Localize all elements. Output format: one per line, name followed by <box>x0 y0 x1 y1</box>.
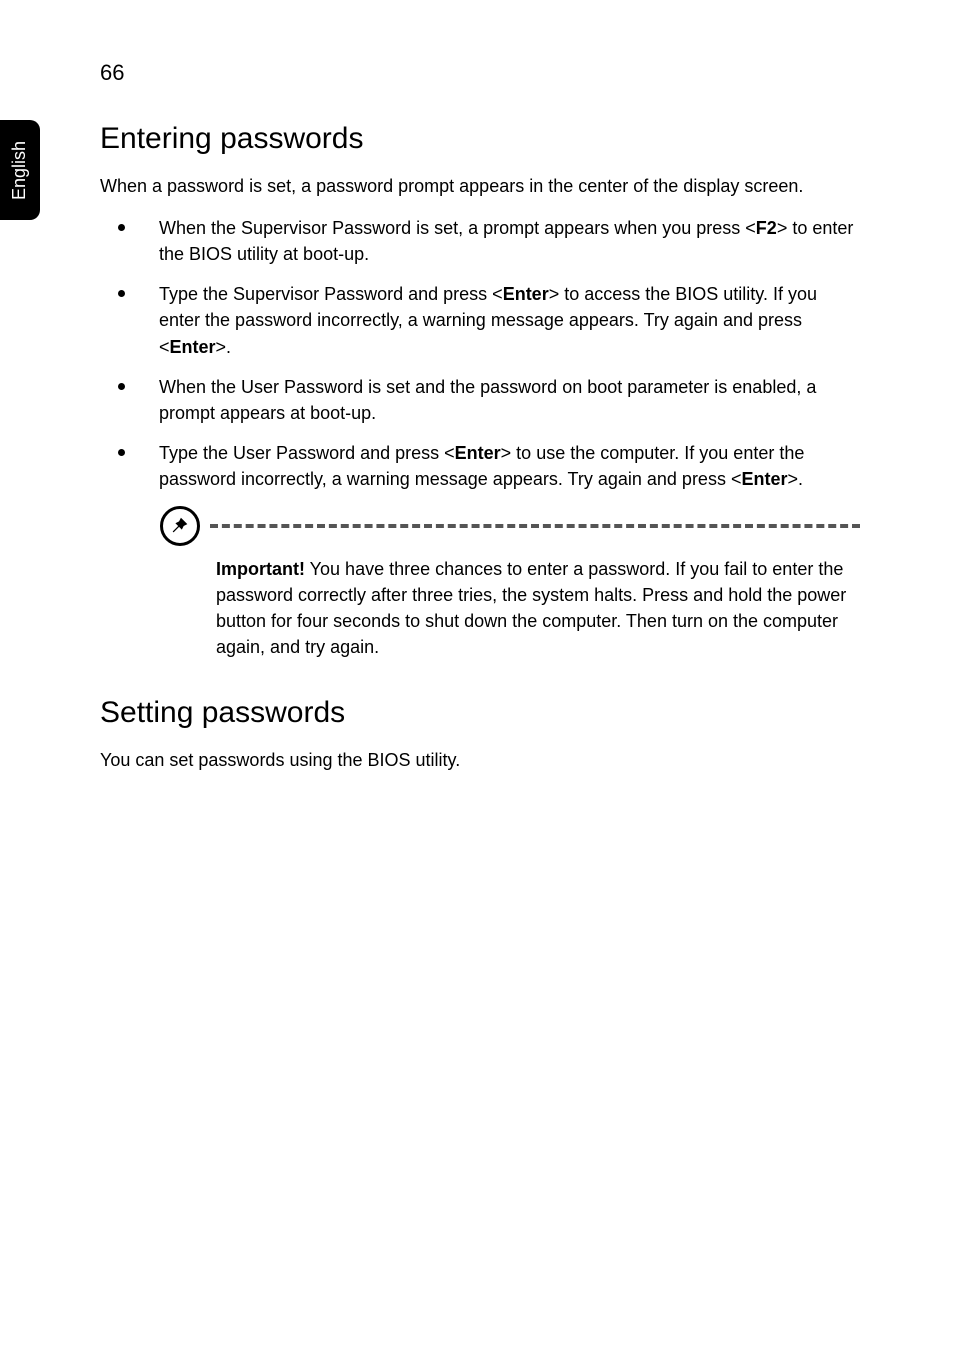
page-number: 66 <box>100 60 860 86</box>
key-f2: F2 <box>756 218 777 238</box>
bullet-text: When the User Password is set and the pa… <box>159 374 860 426</box>
list-item: When the Supervisor Password is set, a p… <box>100 215 860 267</box>
language-sidebar-tab: English <box>0 120 40 220</box>
key-enter: Enter <box>741 469 787 489</box>
text-fragment: >. <box>216 337 232 357</box>
bullet-list: When the Supervisor Password is set, a p… <box>100 215 860 492</box>
bullet-text: Type the User Password and press <Enter>… <box>159 440 860 492</box>
bullet-dot-icon <box>118 290 125 297</box>
intro-paragraph: When a password is set, a password promp… <box>100 174 860 199</box>
text-fragment: >. <box>787 469 803 489</box>
bullet-dot-icon <box>118 224 125 231</box>
key-enter: Enter <box>455 443 501 463</box>
callout-message: You have three chances to enter a passwo… <box>216 559 846 657</box>
setting-passwords-body: You can set passwords using the BIOS uti… <box>100 748 860 773</box>
bullet-dot-icon <box>118 383 125 390</box>
bullet-dot-icon <box>118 449 125 456</box>
page-content: 66 Entering passwords When a password is… <box>100 60 860 774</box>
language-label: English <box>10 140 31 199</box>
list-item: Type the User Password and press <Enter>… <box>100 440 860 492</box>
pin-icon <box>160 506 200 546</box>
pin-icon-svg <box>169 515 191 537</box>
entering-passwords-heading: Entering passwords <box>100 122 860 156</box>
bullet-text: Type the Supervisor Password and press <… <box>159 281 860 359</box>
key-enter: Enter <box>170 337 216 357</box>
callout-header-row <box>160 506 860 546</box>
important-callout: Important! You have three chances to ent… <box>160 506 860 660</box>
key-enter: Enter <box>503 284 549 304</box>
setting-passwords-heading: Setting passwords <box>100 696 860 730</box>
text-fragment: Type the Supervisor Password and press < <box>159 284 503 304</box>
callout-body: Important! You have three chances to ent… <box>216 556 860 660</box>
bullet-text: When the Supervisor Password is set, a p… <box>159 215 860 267</box>
dashed-separator <box>210 524 860 528</box>
list-item: When the User Password is set and the pa… <box>100 374 860 426</box>
important-label: Important! <box>216 559 305 579</box>
text-fragment: Type the User Password and press < <box>159 443 455 463</box>
list-item: Type the Supervisor Password and press <… <box>100 281 860 359</box>
text-fragment: When the Supervisor Password is set, a p… <box>159 218 756 238</box>
